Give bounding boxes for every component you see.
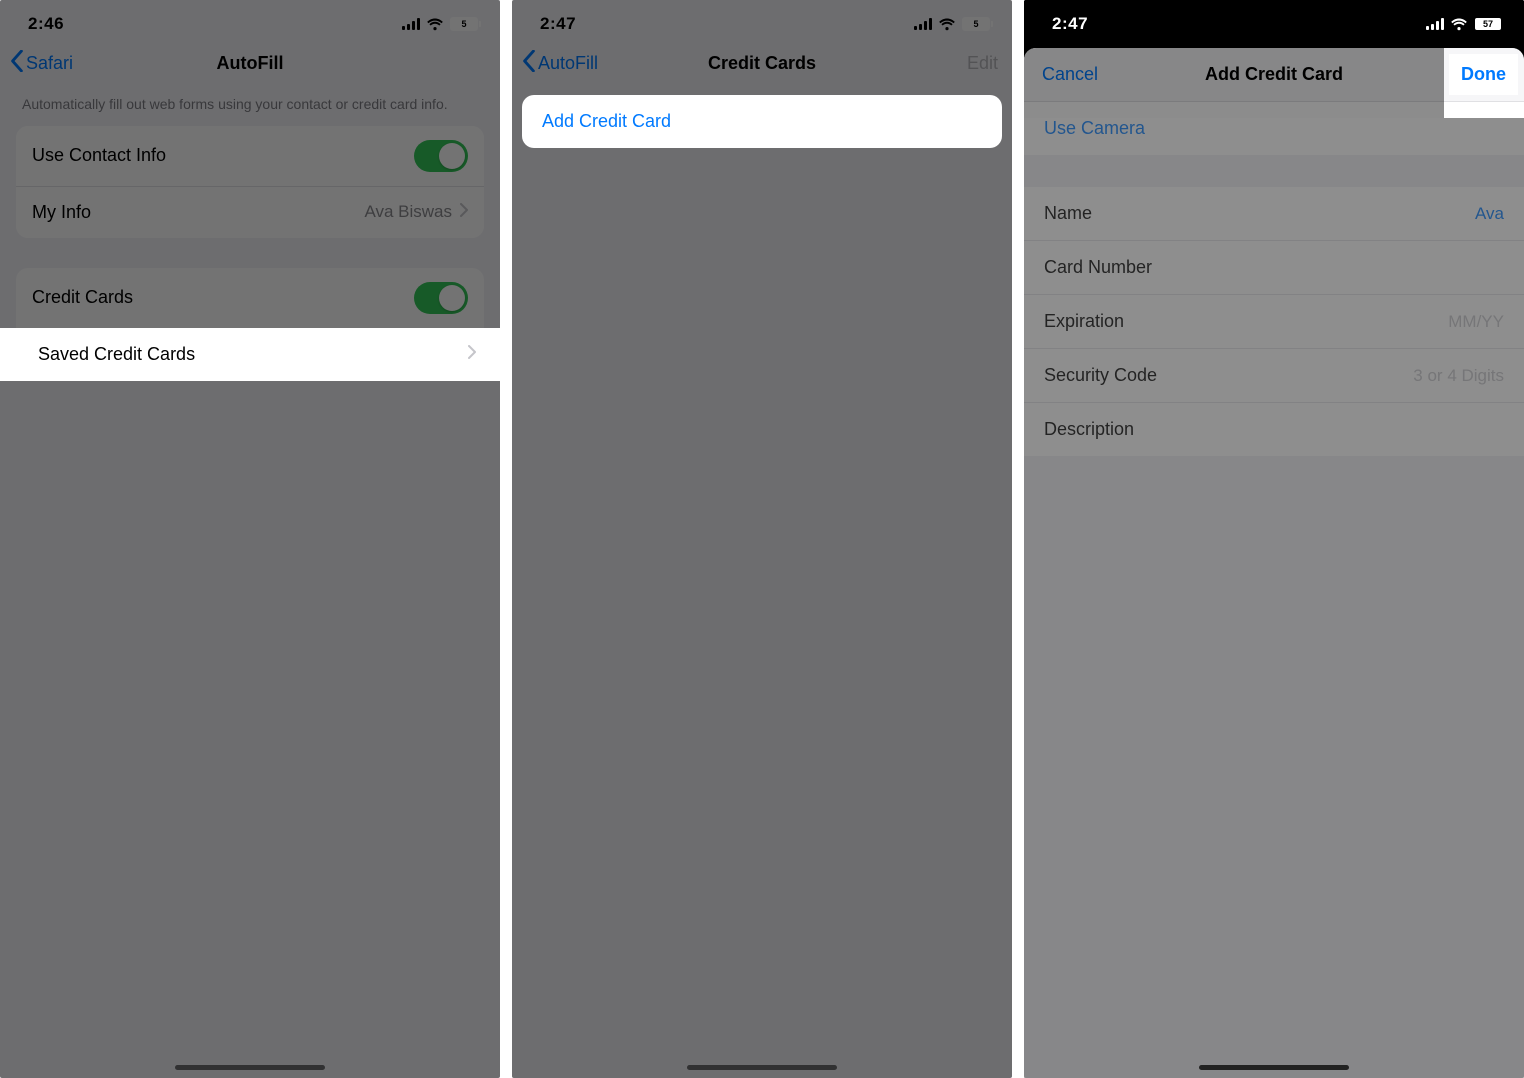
status-bar: 2:46 5 [0, 0, 500, 44]
screenshot-autofill-settings: 2:46 5 Safari AutoFill Automatically fil… [0, 0, 500, 1078]
card-fields-group: Name Ava Card Number Expiration MM/YY Se… [1024, 187, 1524, 456]
wifi-icon [1450, 18, 1468, 31]
security-code-row[interactable]: Security Code 3 or 4 Digits [1024, 348, 1524, 402]
screenshot-credit-cards-list: 2:47 5 AutoFill Credit Cards Edit [512, 0, 1012, 1078]
my-info-row[interactable]: My Info Ava Biswas [16, 186, 484, 238]
add-credit-card-label: Add Credit Card [542, 111, 671, 132]
contact-info-group: Use Contact Info My Info Ava Biswas [16, 126, 484, 238]
add-credit-card-row[interactable]: Add Credit Card [522, 95, 1002, 148]
section-footer-note: Automatically fill out web forms using y… [0, 87, 500, 126]
status-right: 5 [402, 17, 478, 31]
sheet-nav: Cancel Add Credit Card Done [1024, 48, 1524, 102]
credit-cards-group: Credit Cards [16, 268, 484, 328]
field-label: Card Number [1044, 257, 1152, 278]
toggle-on-icon[interactable] [414, 140, 468, 172]
security-placeholder[interactable]: 3 or 4 Digits [1413, 366, 1504, 386]
add-card-sheet: Cancel Add Credit Card Done Use Camera N… [1024, 48, 1524, 1078]
name-value[interactable]: Ava [1475, 204, 1504, 224]
status-bar: 2:47 57 [1024, 0, 1524, 44]
wifi-icon [426, 18, 444, 31]
field-label: Security Code [1044, 365, 1157, 386]
back-button[interactable]: Safari [10, 50, 73, 77]
field-label: Expiration [1044, 311, 1124, 332]
row-label: Use Contact Info [32, 145, 166, 166]
home-indicator[interactable] [1199, 1065, 1349, 1070]
battery-icon: 57 [1474, 17, 1502, 31]
nav-bar: Safari AutoFill [0, 44, 500, 87]
credit-cards-toggle-row[interactable]: Credit Cards [16, 268, 484, 328]
status-time: 2:46 [28, 14, 64, 34]
saved-credit-cards-highlight: Saved Credit Cards [0, 328, 500, 381]
cellular-signal-icon [1426, 18, 1444, 30]
back-button[interactable]: AutoFill [522, 50, 598, 77]
done-button[interactable]: Done [1461, 64, 1506, 84]
battery-icon: 5 [450, 17, 478, 31]
status-time: 2:47 [1052, 14, 1088, 34]
field-label: Description [1044, 419, 1134, 440]
back-label: AutoFill [538, 53, 598, 74]
use-camera-row[interactable]: Use Camera [1024, 102, 1524, 155]
wifi-icon [938, 18, 956, 31]
card-number-row[interactable]: Card Number [1024, 240, 1524, 294]
row-value [468, 344, 476, 364]
edit-button[interactable]: Edit [967, 53, 998, 74]
row-label: Credit Cards [32, 287, 133, 308]
chevron-left-icon [522, 50, 536, 77]
home-indicator[interactable] [175, 1065, 325, 1070]
chevron-right-icon [460, 202, 468, 222]
row-value: Ava Biswas [364, 202, 468, 222]
row-label: My Info [32, 202, 91, 223]
saved-credit-cards-row[interactable]: Saved Credit Cards [0, 328, 500, 381]
expiration-row[interactable]: Expiration MM/YY [1024, 294, 1524, 348]
battery-icon: 5 [962, 17, 990, 31]
status-right: 57 [1426, 17, 1502, 31]
expiration-placeholder[interactable]: MM/YY [1448, 312, 1504, 332]
home-indicator[interactable] [687, 1065, 837, 1070]
use-camera-label: Use Camera [1044, 118, 1145, 139]
chevron-left-icon [10, 50, 24, 77]
cancel-button[interactable]: Cancel [1042, 64, 1098, 85]
status-time: 2:47 [540, 14, 576, 34]
back-label: Safari [26, 53, 73, 74]
chevron-right-icon [468, 344, 476, 364]
toggle-on-icon[interactable] [414, 282, 468, 314]
done-button-highlight: Done [1449, 54, 1518, 95]
sheet-body: Use Camera Name Ava Card Number Expirati… [1024, 102, 1524, 1078]
use-contact-info-row[interactable]: Use Contact Info [16, 126, 484, 186]
screenshot-add-credit-card-form: 2:47 57 Cancel Add Credit Card Done [1024, 0, 1524, 1078]
nav-title: AutoFill [0, 53, 500, 74]
status-bar: 2:47 5 [512, 0, 1012, 44]
field-label: Name [1044, 203, 1092, 224]
name-row[interactable]: Name Ava [1024, 187, 1524, 240]
cellular-signal-icon [914, 18, 932, 30]
dim-overlay [512, 0, 1012, 1078]
nav-bar: AutoFill Credit Cards Edit [512, 44, 1012, 87]
status-right: 5 [914, 17, 990, 31]
cellular-signal-icon [402, 18, 420, 30]
add-card-group: Add Credit Card [522, 95, 1002, 148]
row-label: Saved Credit Cards [38, 344, 195, 365]
description-row[interactable]: Description [1024, 402, 1524, 456]
